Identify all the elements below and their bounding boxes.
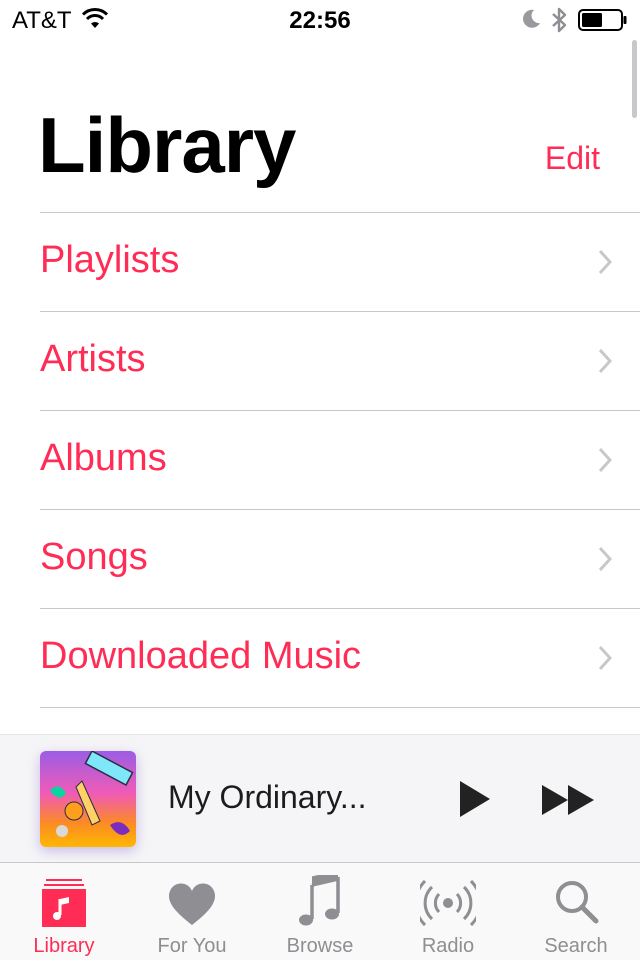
tab-label: Browse: [286, 935, 354, 957]
heart-icon: [168, 883, 216, 925]
list-item-playlists[interactable]: Playlists: [40, 213, 640, 312]
chevron-right-icon: [598, 546, 612, 572]
library-icon: [42, 879, 86, 927]
screen: AT&T 22:56 Library Edit Playlists Artist…: [0, 0, 640, 960]
tab-label: For You: [157, 935, 227, 957]
moon-icon: [523, 9, 540, 28]
tab-library[interactable]: Library: [0, 863, 128, 960]
play-icon[interactable]: [452, 777, 496, 821]
album-art[interactable]: [40, 751, 136, 847]
page-title: Library: [38, 101, 296, 189]
bluetooth-icon: [552, 7, 567, 33]
chevron-right-icon: [598, 447, 612, 473]
tab-label: Search: [544, 935, 608, 957]
list-item-albums[interactable]: Albums: [40, 411, 640, 510]
chevron-right-icon: [598, 348, 612, 374]
tab-browse[interactable]: Browse: [256, 863, 384, 960]
status-bar: AT&T 22:56: [0, 0, 640, 40]
list-item-downloaded-music[interactable]: Downloaded Music: [40, 609, 640, 708]
now-playing-title: My Ordinary...: [168, 779, 367, 815]
tab-bar: Library For You Browse Radio Search: [0, 862, 640, 960]
tab-search[interactable]: Search: [512, 863, 640, 960]
list-item-songs[interactable]: Songs: [40, 510, 640, 609]
tab-radio[interactable]: Radio: [384, 863, 512, 960]
music-note-icon: [299, 875, 340, 926]
album-art-image: [40, 751, 136, 847]
list-item-label: Artists: [40, 338, 146, 380]
list-item-label: Playlists: [40, 239, 180, 281]
status-time: 22:56: [289, 7, 351, 34]
list-item-label: Songs: [40, 536, 148, 578]
tab-label: Radio: [421, 935, 475, 957]
library-list: Playlists Artists Albums Songs Downloade…: [0, 212, 640, 708]
list-item-label: Albums: [40, 437, 167, 479]
battery-icon: [578, 9, 627, 31]
tab-label: Library: [33, 935, 95, 957]
list-item-label: Downloaded Music: [40, 635, 362, 677]
mini-player[interactable]: My Ordinary...: [0, 734, 640, 863]
scroll-indicator[interactable]: [632, 40, 637, 118]
list-item-artists[interactable]: Artists: [40, 312, 640, 411]
edit-button[interactable]: Edit: [545, 140, 600, 177]
chevron-right-icon: [598, 645, 612, 671]
radio-icon: [420, 879, 476, 927]
tab-for-you[interactable]: For You: [128, 863, 256, 960]
fast-forward-icon[interactable]: [540, 783, 596, 817]
chevron-right-icon: [598, 249, 612, 275]
search-icon: [556, 881, 599, 924]
